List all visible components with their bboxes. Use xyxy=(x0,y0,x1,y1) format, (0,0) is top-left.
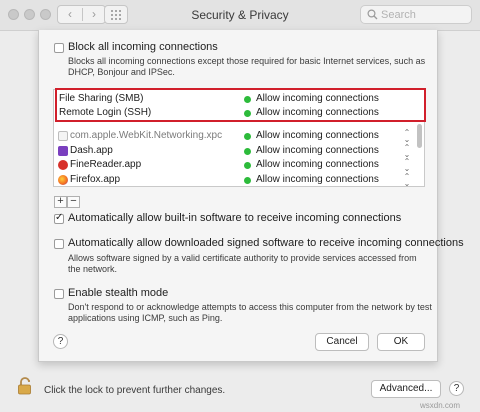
status-dot-icon xyxy=(244,177,251,184)
block-all-description-line2: DHCP, Bonjour and IPSec. xyxy=(68,67,175,77)
lock-icon[interactable] xyxy=(17,376,33,396)
ok-button[interactable]: OK xyxy=(377,333,425,351)
add-app-button[interactable]: + xyxy=(54,196,67,208)
dash-icon xyxy=(58,146,68,156)
scrollbar-thumb[interactable] xyxy=(417,124,422,148)
status-popup-stepper-icon[interactable]: ⌃ ⌄ xyxy=(403,173,411,187)
remove-app-button[interactable]: − xyxy=(67,196,80,208)
auto-signed-description-line2: the network. xyxy=(68,264,118,274)
advanced-button[interactable]: Advanced... xyxy=(371,380,441,398)
auto-signed-label: Automatically allow downloaded signed so… xyxy=(68,237,464,249)
app-status: Allow incoming connections xyxy=(256,130,379,141)
finereader-icon xyxy=(58,160,68,170)
list-scrollbar[interactable] xyxy=(417,124,423,184)
status-dot-icon xyxy=(244,133,251,140)
search-icon xyxy=(367,9,378,20)
list-item[interactable]: com.apple.WebKit.Networking.xpc Allow in… xyxy=(54,129,418,144)
lock-status-text: Click the lock to prevent further change… xyxy=(44,385,226,396)
block-all-label: Block all incoming connections xyxy=(68,41,218,53)
generic-app-icon xyxy=(58,131,68,141)
search-input[interactable] xyxy=(381,7,467,22)
status-dot-icon xyxy=(244,148,251,155)
status-popup-stepper-icon[interactable]: ⌃ ⌄ xyxy=(403,129,411,144)
status-popup-stepper-icon[interactable]: ⌃ ⌄ xyxy=(403,144,411,159)
window-titlebar: ‹ › Security & Privacy xyxy=(0,0,480,31)
list-item[interactable]: FineReader.app Allow incoming connection… xyxy=(54,158,418,173)
status-popup-stepper-icon[interactable]: ⌃ ⌄ xyxy=(403,158,411,173)
sheet-help-button[interactable]: ? xyxy=(53,334,68,349)
firefox-icon xyxy=(58,175,68,185)
auto-builtin-label: Automatically allow built-in software to… xyxy=(68,212,402,224)
stealth-mode-checkbox[interactable] xyxy=(54,289,64,299)
app-name: FineReader.app xyxy=(70,159,142,170)
app-status: Allow incoming connections xyxy=(256,145,379,156)
stealth-mode-description-line1: Don't respond to or acknowledge attempts… xyxy=(68,302,432,312)
status-dot-icon xyxy=(244,162,251,169)
highlight-annotation xyxy=(55,88,426,122)
auto-builtin-checkbox[interactable] xyxy=(54,212,64,224)
stealth-mode-label: Enable stealth mode xyxy=(68,287,169,299)
auto-signed-description-line1: Allows software signed by a valid certif… xyxy=(68,253,417,263)
cancel-button[interactable]: Cancel xyxy=(315,333,369,351)
help-button[interactable]: ? xyxy=(449,381,464,396)
search-field[interactable] xyxy=(360,5,472,24)
watermark: wsxdn.com xyxy=(420,401,461,410)
stealth-mode-description-line2: applications using ICMP, such as Ping. xyxy=(68,313,223,323)
list-item[interactable]: Dash.app Allow incoming connections ⌃ ⌄ xyxy=(54,144,418,159)
block-all-description-line1: Blocks all incoming connections except t… xyxy=(68,56,426,66)
app-name: Dash.app xyxy=(70,145,113,156)
app-status: Allow incoming connections xyxy=(256,174,379,185)
block-all-checkbox[interactable] xyxy=(54,43,64,53)
app-status: Allow incoming connections xyxy=(256,159,379,170)
auto-signed-checkbox[interactable] xyxy=(54,239,64,249)
list-item[interactable]: Firefox.app Allow incoming connections ⌃… xyxy=(54,173,418,187)
app-name: Firefox.app xyxy=(70,174,121,185)
app-name: com.apple.WebKit.Networking.xpc xyxy=(70,130,223,141)
